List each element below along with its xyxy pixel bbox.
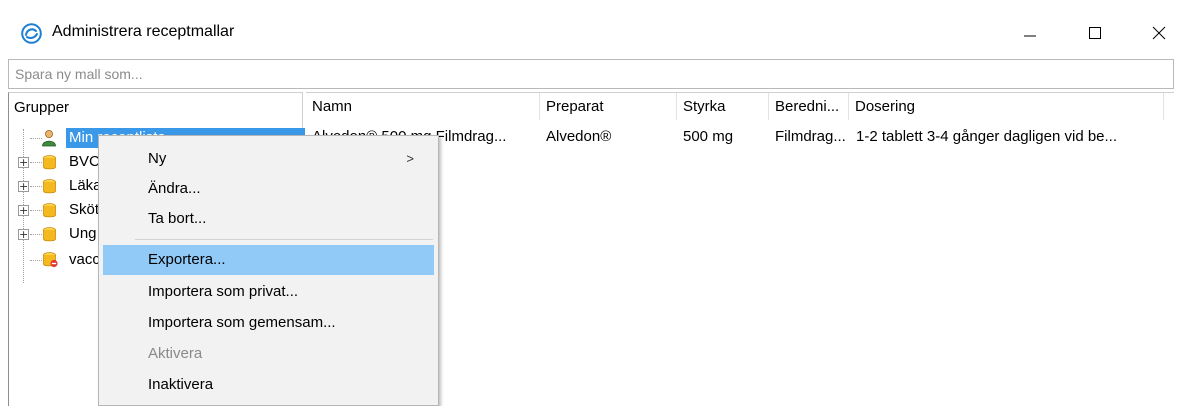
database-warning-icon <box>43 252 58 268</box>
save-template-name-input[interactable] <box>8 59 1174 89</box>
database-icon <box>43 155 56 170</box>
cell-preparat: Alvedon® <box>546 128 612 145</box>
menu-item-label: Inaktivera <box>148 376 214 393</box>
expand-icon[interactable]: + <box>18 181 29 192</box>
close-icon <box>1152 26 1166 40</box>
menu-item-label: Exportera... <box>148 251 226 268</box>
menu-item-importera-gemensam[interactable]: Importera som gemensam... <box>103 308 434 338</box>
minimize-icon <box>1024 35 1036 37</box>
context-menu: Ny > Ändra... Ta bort... Exportera... Im… <box>98 135 439 406</box>
title-bar: Administrera receptmallar <box>0 0 1182 60</box>
menu-item-label: Importera som privat... <box>148 283 299 300</box>
close-button[interactable] <box>1136 14 1182 52</box>
menu-item-importera-privat[interactable]: Importera som privat... <box>103 277 434 307</box>
menu-item-label: Ny <box>148 150 167 167</box>
column-header-preparat[interactable]: Preparat <box>540 93 677 120</box>
tree-connector <box>30 186 42 187</box>
menu-item-label: Ändra... <box>148 180 201 197</box>
tree-connector <box>30 210 42 211</box>
maximize-icon <box>1089 27 1101 39</box>
database-icon <box>43 227 56 242</box>
menu-item-ta-bort[interactable]: Ta bort... <box>103 204 434 234</box>
column-header-dosering[interactable]: Dosering <box>849 93 1164 120</box>
app-logo-icon <box>21 23 42 44</box>
window-title: Administrera receptmallar <box>52 23 235 40</box>
tree-item-label: Ung <box>69 225 97 242</box>
tree-item-skot[interactable]: + Sköt <box>9 199 99 221</box>
database-icon <box>43 179 56 194</box>
column-header-beredning[interactable]: Beredni... <box>769 93 849 120</box>
tree-item-label: Sköt <box>69 201 100 218</box>
menu-item-label: Ta bort... <box>148 210 207 227</box>
tree-item-laka[interactable]: + Läka <box>9 175 102 197</box>
minimize-button[interactable] <box>1007 14 1053 52</box>
menu-item-ny[interactable]: Ny > <box>103 144 434 174</box>
menu-item-label: Aktivera <box>148 345 203 362</box>
column-header-namn[interactable]: Namn <box>306 93 540 120</box>
tree-item-vacc[interactable]: vacc <box>9 249 100 271</box>
menu-item-andra[interactable]: Ändra... <box>103 174 434 204</box>
tree-item-label: vacc <box>69 251 100 268</box>
database-icon <box>43 203 56 218</box>
expand-icon[interactable]: + <box>18 157 29 168</box>
tree-connector <box>30 162 42 163</box>
cell-beredning: Filmdrag... <box>775 128 846 145</box>
expand-icon[interactable]: + <box>18 205 29 216</box>
user-icon <box>42 130 56 147</box>
column-header-styrka[interactable]: Styrka <box>677 93 769 120</box>
tree-item-label: Läka <box>69 177 102 194</box>
menu-separator <box>135 239 433 240</box>
submenu-arrow-icon: > <box>406 151 414 166</box>
menu-item-inaktivera[interactable]: Inaktivera <box>103 370 434 400</box>
tree-item-ung[interactable]: + Ung <box>9 223 99 245</box>
menu-item-aktivera[interactable]: Aktivera <box>103 339 434 369</box>
expand-icon[interactable]: + <box>18 229 29 240</box>
tree-connector <box>30 234 42 235</box>
menu-item-exportera[interactable]: Exportera... <box>103 245 434 275</box>
tree-item-label: BVC <box>69 153 100 170</box>
menu-item-label: Importera som gemensam... <box>148 314 336 331</box>
cell-styrka: 500 mg <box>683 128 734 145</box>
cell-dosering: 1-2 tablett 3-4 gånger dagligen vid be..… <box>856 128 1118 145</box>
tree-connector <box>30 260 42 261</box>
tree-item-bvc[interactable]: + BVC <box>9 151 100 173</box>
maximize-button[interactable] <box>1072 14 1118 52</box>
groups-tree-header: Grupper <box>14 99 70 116</box>
